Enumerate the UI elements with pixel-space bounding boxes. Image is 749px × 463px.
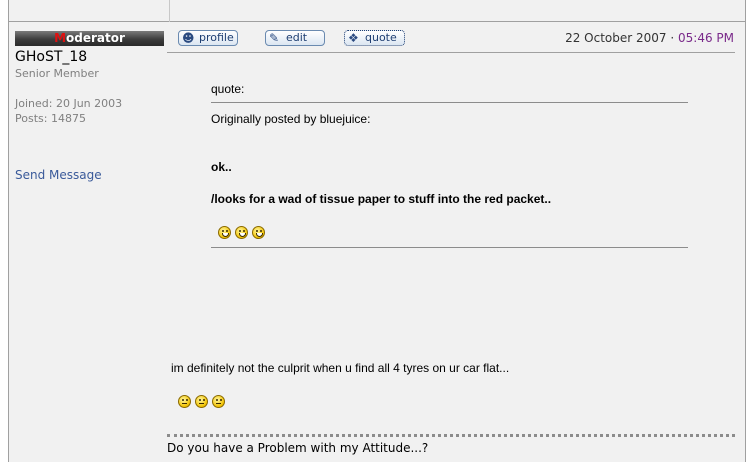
- signature-text: Do you have a Problem with my Attitude..…: [167, 441, 429, 455]
- speech-bubble-icon: ❖: [348, 31, 359, 45]
- join-date: Joined: 20 Jun 2003: [15, 97, 123, 110]
- frown-smiley-icon: [195, 395, 208, 408]
- moderator-rank-badge: Moderator: [15, 31, 164, 46]
- profile-button[interactable]: ☻ profile: [178, 30, 238, 46]
- user-title: Senior Member: [15, 67, 99, 80]
- quote-top-rule: [211, 102, 688, 103]
- quote-text-line: /looks for a wad of tissue paper to stuf…: [211, 192, 552, 206]
- quote-button-label: quote: [365, 31, 397, 44]
- edit-button-label: edit: [286, 31, 308, 44]
- send-message-link[interactable]: Send Message: [15, 168, 102, 182]
- laughing-smiley-icon: [218, 226, 231, 239]
- previous-post-bottom: [9, 0, 745, 22]
- laughing-smiley-icon: [235, 226, 248, 239]
- quote-label: quote:: [211, 82, 245, 96]
- body-smiley-row: [178, 391, 229, 408]
- post-date: 22 October 2007: [565, 31, 667, 45]
- quote-author-line: Originally posted by bluejuice:: [211, 112, 371, 126]
- frown-smiley-icon: [212, 395, 225, 408]
- pencil-icon: ✎: [269, 31, 280, 45]
- frown-smiley-icon: [178, 395, 191, 408]
- post-timestamp: 22 October 2007 · 05:46 PM: [565, 31, 734, 45]
- post-body-text: im definitely not the culprit when u fin…: [171, 361, 510, 375]
- quote-bottom-rule: [211, 247, 688, 248]
- signature-divider: [167, 434, 735, 437]
- user-icon: ☻: [182, 31, 195, 45]
- post-count: Posts: 14875: [15, 112, 86, 125]
- profile-button-label: profile: [199, 31, 234, 44]
- column-divider: [169, 0, 170, 22]
- quote-button[interactable]: ❖ quote: [344, 30, 405, 46]
- user-info-panel: Moderator GHoST_18 Senior Member Joined:…: [9, 23, 174, 462]
- rank-badge-first-letter: M: [54, 31, 67, 45]
- quote-smiley-row: [218, 222, 269, 239]
- rank-badge-rest: oderator: [66, 31, 125, 45]
- quote-text-line: ok..: [211, 160, 232, 174]
- username[interactable]: GHoST_18: [15, 49, 87, 65]
- post-frame: Moderator GHoST_18 Senior Member Joined:…: [8, 0, 746, 462]
- timestamp-separator: ·: [666, 31, 678, 45]
- post-time: 05:46 PM: [678, 31, 734, 45]
- post-header-divider: [167, 52, 735, 53]
- laughing-smiley-icon: [252, 226, 265, 239]
- edit-button[interactable]: ✎ edit: [265, 30, 325, 46]
